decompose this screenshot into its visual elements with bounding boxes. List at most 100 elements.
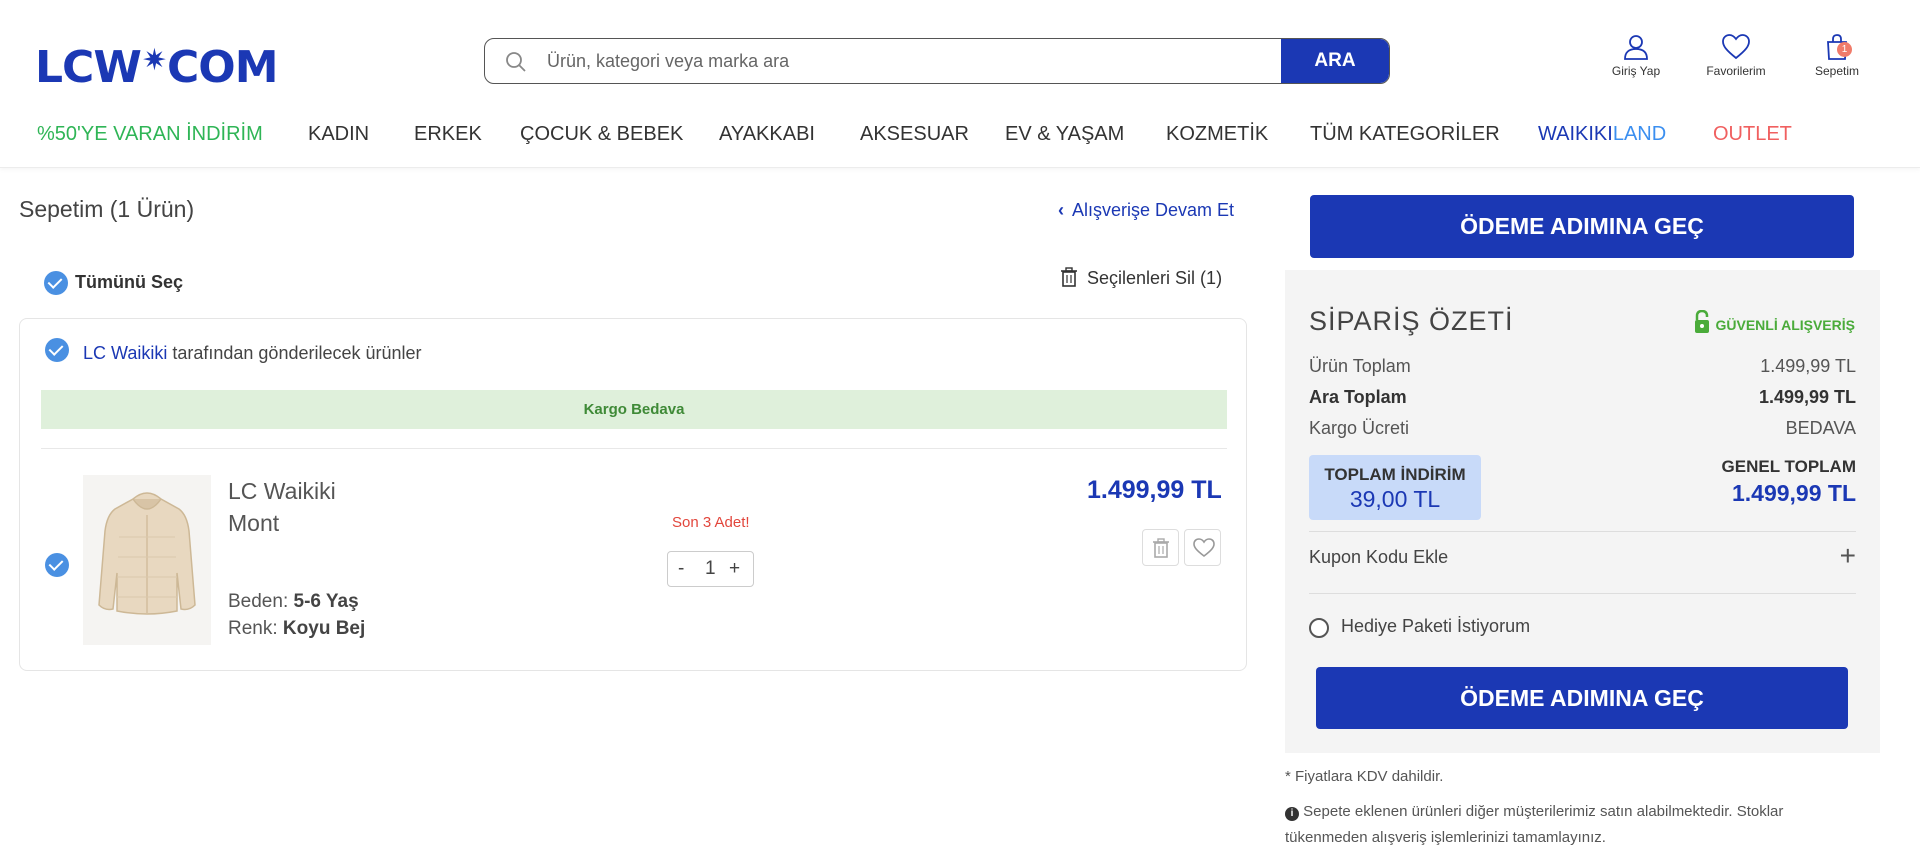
secure-shopping-badge: GÜVENLİ ALIŞVERİŞ	[1694, 309, 1855, 334]
stock-note-line2: tükenmeden alışveriş işlemlerinizi tamam…	[1285, 829, 1606, 846]
seller-checkbox[interactable]	[45, 338, 69, 362]
vat-note: * Fiyatlara KDV dahildir.	[1285, 768, 1444, 785]
user-icon	[1624, 35, 1648, 60]
product-brand: LC Waikiki	[228, 478, 336, 504]
subtotal-value: 1.499,99 TL	[1758, 387, 1856, 407]
cart-button[interactable]: 1 Sepetim	[1810, 34, 1864, 78]
nav-item-accessories[interactable]: AKSESUAR	[860, 118, 969, 150]
gift-wrap-radio[interactable]	[1309, 618, 1329, 638]
seller-group: LC Waikiki tarafından gönderilecek ürünl…	[19, 318, 1247, 671]
cart-title: Sepetim (1 Ürün)	[19, 196, 195, 222]
star-icon: ✷	[141, 43, 167, 78]
search-button[interactable]: ARA	[1281, 39, 1389, 83]
total-discount-label: TOPLAM İNDİRİM	[1324, 465, 1466, 484]
nav-item-shoes[interactable]: AYAKKABI	[719, 118, 815, 150]
nav-item-kids[interactable]: ÇOCUK & BEBEK	[520, 118, 683, 150]
add-coupon-label[interactable]: Kupon Kodu Ekle	[1309, 547, 1448, 568]
trash-icon	[1061, 267, 1077, 287]
divider	[1309, 531, 1856, 532]
login-label: Giriş Yap	[1611, 64, 1661, 78]
summary-title: SİPARİŞ ÖZETİ	[1309, 306, 1514, 336]
item-price: 1.499,99 TL	[1087, 476, 1222, 504]
nav-item-cosmetics[interactable]: KOZMETİK	[1166, 118, 1268, 150]
trash-icon	[1153, 538, 1169, 558]
info-icon: i	[1285, 807, 1299, 821]
select-all-checkbox[interactable]	[44, 271, 68, 295]
chevron-left-icon: ‹	[1058, 200, 1064, 220]
add-to-favorites-button[interactable]	[1184, 529, 1221, 566]
heart-icon	[1193, 538, 1215, 558]
subtotal-label: Ara Toplam	[1309, 387, 1407, 407]
select-all-label: Tümünü Seç	[75, 272, 184, 292]
stock-warning: Son 3 Adet!	[672, 514, 750, 531]
size-label: Beden:	[228, 591, 289, 612]
product-total-row: Ürün Toplam 1.499,99 TL	[1309, 356, 1856, 377]
nav-item-sale[interactable]: %50'YE VARAN İNDİRİM	[37, 118, 263, 150]
product-image[interactable]	[83, 475, 211, 645]
site-header: LCW✷COM ARA Giriş Yap Favorilerim 1 Sepe…	[0, 0, 1920, 168]
heart-icon	[1722, 34, 1750, 60]
stock-note: i Sepete eklenen ürünleri diğer müşteril…	[1285, 799, 1783, 847]
gift-wrap-label[interactable]: Hediye Paketi İstiyorum	[1341, 616, 1530, 637]
product-title[interactable]: LC Waikiki Mont	[228, 475, 336, 539]
remove-item-button[interactable]	[1142, 529, 1179, 566]
search-icon	[506, 52, 526, 72]
size-value: 5-6 Yaş	[293, 591, 359, 612]
plus-icon[interactable]: +	[1840, 540, 1856, 572]
shipping-fee-row: Kargo Ücreti BEDAVA	[1309, 418, 1856, 439]
cart-count-badge: 1	[1837, 42, 1852, 57]
favorites-button[interactable]: Favorilerim	[1702, 34, 1770, 78]
quantity-stepper: - 1 +	[667, 551, 754, 587]
search-bar: ARA	[484, 38, 1390, 84]
nav-item-outlet[interactable]: OUTLET	[1713, 118, 1792, 150]
nav-item-waikikiland[interactable]: WAIKIKILAND	[1538, 118, 1666, 150]
lock-icon	[1694, 309, 1709, 333]
nav-item-all-categories[interactable]: TÜM KATEGORİLER	[1310, 118, 1500, 150]
total-discount-value: 39,00 TL	[1349, 486, 1441, 512]
seller-name[interactable]: LC Waikiki	[83, 343, 167, 363]
decrease-quantity-button[interactable]: -	[678, 558, 684, 580]
product-color: Renk: Koyu Bej	[228, 618, 365, 640]
jacket-image	[98, 492, 196, 615]
shipping-fee-value: BEDAVA	[1785, 418, 1856, 438]
logo[interactable]: LCW✷COM	[35, 38, 278, 91]
waikikiland-part1: WAIKIKI	[1538, 123, 1613, 145]
delete-selected-label: Seçilenleri Sil (1)	[1087, 268, 1223, 288]
search-input[interactable]	[547, 39, 1247, 83]
login-button[interactable]: Giriş Yap	[1608, 34, 1664, 78]
product-name: Mont	[228, 510, 280, 536]
waikikiland-part2: LAND	[1612, 123, 1667, 145]
free-shipping-banner: Kargo Bedava	[41, 390, 1227, 429]
continue-shopping-link[interactable]: ‹ Alışverişe Devam Et	[1058, 200, 1234, 221]
nav-item-women[interactable]: KADIN	[308, 118, 369, 150]
order-summary: SİPARİŞ ÖZETİ GÜVENLİ ALIŞVERİŞ Ürün Top…	[1285, 270, 1880, 753]
checkout-button-bottom[interactable]: ÖDEME ADIMINA GEÇ	[1316, 667, 1848, 729]
product-total-label: Ürün Toplam	[1309, 356, 1411, 376]
divider	[1309, 593, 1856, 594]
shipping-fee-label: Kargo Ücreti	[1309, 418, 1410, 438]
total-discount-box: TOPLAM İNDİRİM 39,00 TL	[1309, 455, 1481, 520]
quantity-value[interactable]: 1	[705, 558, 716, 580]
grand-total-value: 1.499,99 TL	[1731, 480, 1856, 506]
product-total-value: 1.499,99 TL	[1760, 356, 1856, 376]
divider	[41, 448, 1227, 449]
product-size: Beden: 5-6 Yaş	[228, 591, 359, 613]
delete-selected-button[interactable]: Seçilenleri Sil (1)	[1060, 267, 1222, 289]
color-label: Renk:	[228, 618, 278, 639]
nav-item-men[interactable]: ERKEK	[414, 118, 482, 150]
item-checkbox[interactable]	[45, 553, 69, 577]
nav-item-home[interactable]: EV & YAŞAM	[1005, 118, 1124, 150]
grand-total-label: GENEL TOPLAM	[1721, 457, 1856, 476]
seller-suffix: tarafından gönderilecek ürünler	[172, 343, 422, 363]
seller-heading: LC Waikiki tarafından gönderilecek ürünl…	[83, 343, 422, 364]
stock-note-line1: Sepete eklenen ürünleri diğer müşteriler…	[1303, 803, 1784, 820]
favorites-label: Favorilerim	[1706, 64, 1766, 78]
continue-shopping-label: Alışverişe Devam Et	[1072, 200, 1235, 220]
subtotal-row: Ara Toplam 1.499,99 TL	[1309, 387, 1856, 408]
secure-shopping-label: GÜVENLİ ALIŞVERİŞ	[1715, 317, 1855, 333]
checkout-button-top[interactable]: ÖDEME ADIMINA GEÇ	[1310, 195, 1854, 258]
increase-quantity-button[interactable]: +	[729, 558, 740, 580]
color-value: Koyu Bej	[282, 618, 366, 639]
main-nav: %50'YE VARAN İNDİRİM KADIN ERKEK ÇOCUK &…	[0, 118, 1920, 150]
cart-label: Sepetim	[1814, 64, 1860, 78]
